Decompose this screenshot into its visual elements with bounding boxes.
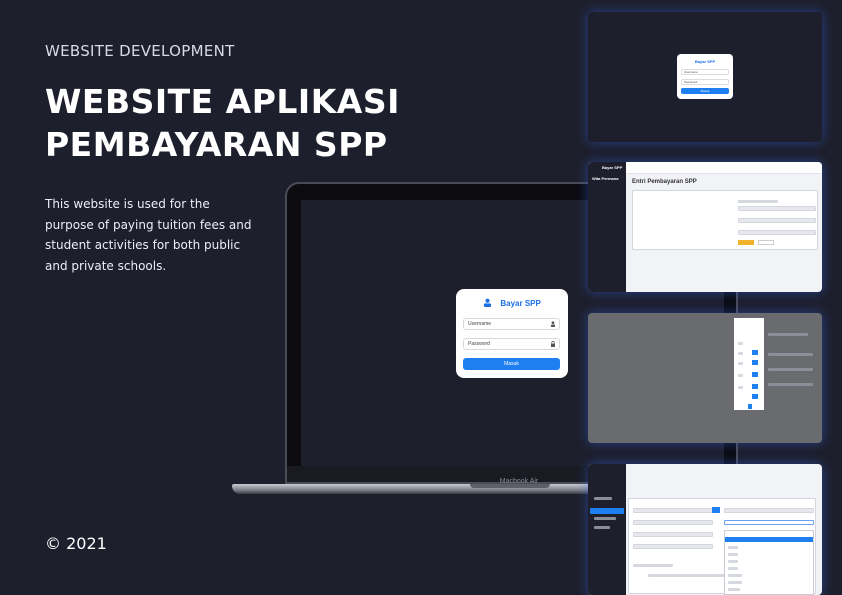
password-placeholder: Password — [468, 341, 490, 347]
login-card: Bayar SPP Username Password Masuk — [456, 289, 568, 378]
eyebrow-label: WEBSITE DEVELOPMENT — [45, 42, 235, 60]
mini-username: Username — [681, 69, 729, 75]
page-title: WEBSITE APLIKASI PEMBAYARAN SPP — [45, 80, 400, 166]
mini-sidebar: Bayar SPP Wita Permana — [588, 162, 626, 292]
thumbnail-history — [588, 464, 822, 595]
mini-save-button — [738, 240, 754, 245]
mini-submit: Masuk — [681, 88, 729, 94]
mini-sidebar-2 — [588, 464, 626, 595]
username-input[interactable]: Username — [463, 318, 560, 330]
mini-app-name: Bayar SPP — [694, 59, 716, 64]
title-line-1: WEBSITE APLIKASI — [45, 82, 400, 121]
copyright: © 2021 — [45, 534, 107, 553]
thumbnail-modal — [588, 313, 822, 443]
thumbnail-login: Bayar SPP Username Password Masuk — [588, 12, 822, 142]
app-name: Bayar SPP — [500, 299, 541, 308]
username-placeholder: Username — [468, 321, 492, 327]
title-line-2: PEMBAYARAN SPP — [45, 125, 388, 164]
thumbnail-entry: Bayar SPP Wita Permana Entri Pembayaran … — [588, 162, 822, 292]
mini-reset-button — [758, 240, 774, 245]
person-icon — [550, 321, 556, 327]
mini-page-heading: Entri Pembayaran SPP — [632, 179, 697, 185]
lock-icon — [551, 341, 555, 347]
mini-login-card: Bayar SPP Username Password Masuk — [677, 54, 733, 99]
mini-modal — [734, 318, 764, 410]
login-header: Bayar SPP — [456, 298, 568, 308]
user-icon — [484, 298, 492, 307]
laptop-notch — [470, 484, 550, 488]
mini-dropdown — [724, 530, 814, 595]
submit-button[interactable]: Masuk — [463, 358, 560, 370]
password-input[interactable]: Password — [463, 338, 560, 350]
mini-sidebar-app: Bayar SPP — [602, 165, 623, 170]
mini-topbar — [626, 162, 822, 174]
description: This website is used for the purpose of … — [45, 197, 252, 273]
mini-sidebar-user: Wita Permana — [592, 176, 619, 181]
mini-password: Password — [681, 79, 729, 85]
